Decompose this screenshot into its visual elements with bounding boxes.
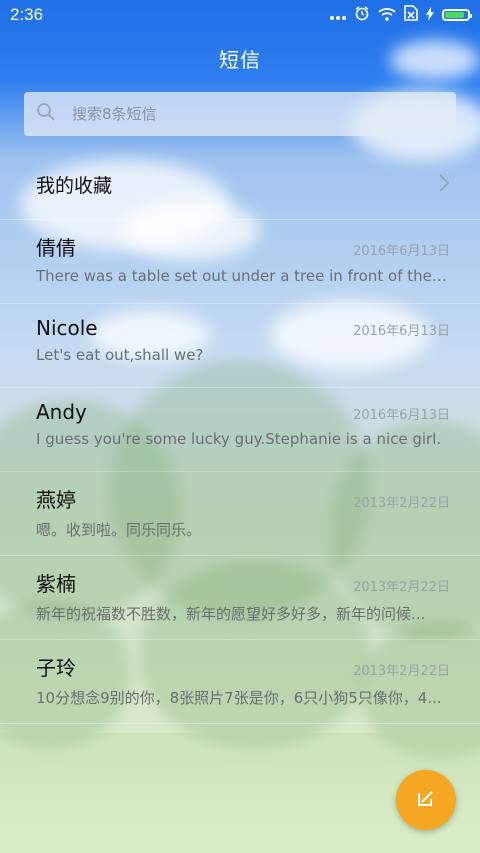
conversation-item[interactable]: 燕婷 2013年2月22日 嗯。收到啦。同乐同乐。 xyxy=(0,472,480,556)
message-date: 2016年6月13日 xyxy=(353,244,450,259)
search-bar[interactable] xyxy=(24,92,456,136)
page-title: 短信 xyxy=(219,47,261,72)
search-icon xyxy=(36,102,56,126)
charging-icon xyxy=(426,6,434,25)
page-title-bar: 短信 xyxy=(0,30,480,86)
message-date: 2013年2月22日 xyxy=(353,664,450,679)
contact-name: Nicole xyxy=(36,316,98,340)
contact-name: 倩倩 xyxy=(36,236,76,260)
more-dots-icon xyxy=(330,6,346,25)
message-date: 2016年6月13日 xyxy=(353,408,450,423)
status-icons xyxy=(330,5,472,25)
contact-name: 紫楠 xyxy=(36,572,76,596)
search-input[interactable] xyxy=(70,104,434,124)
conversation-item[interactable]: 子玲 2013年2月22日 10分想念9别的你，8张照片7张是你，6只小狗5只像… xyxy=(0,640,480,724)
alarm-icon xyxy=(354,5,370,25)
message-preview: 嗯。收到啦。同乐同乐。 xyxy=(36,521,202,539)
message-preview: Let's eat out,shall we? xyxy=(36,346,204,364)
favorites-row[interactable]: 我的收藏 xyxy=(0,150,480,220)
contact-name: 子玲 xyxy=(36,656,76,680)
favorites-label: 我的收藏 xyxy=(36,175,113,197)
status-time: 2:36 xyxy=(10,5,44,24)
message-date: 2013年2月22日 xyxy=(353,580,450,595)
wifi-icon xyxy=(378,6,396,25)
message-preview: I guess you're some lucky guy.Stephanie … xyxy=(36,430,442,448)
conversation-item[interactable]: 紫楠 2013年2月22日 新年的祝福数不胜数，新年的愿望好多好多，新年的问候.… xyxy=(0,556,480,640)
battery-icon xyxy=(442,9,472,21)
message-preview: There was a table set out under a tree i… xyxy=(36,267,450,285)
contact-name: Andy xyxy=(36,400,87,424)
message-date: 2016年6月13日 xyxy=(353,324,450,339)
status-bar: 2:36 xyxy=(0,0,480,30)
message-preview: 新年的祝福数不胜数，新年的愿望好多好多，新年的问候... xyxy=(36,605,426,623)
contact-name: 燕婷 xyxy=(36,488,76,512)
conversation-item[interactable]: Nicole 2016年6月13日 Let's eat out,shall we… xyxy=(0,304,480,388)
compose-button[interactable] xyxy=(396,770,456,830)
chevron-right-icon xyxy=(438,173,450,196)
conversation-item[interactable]: 倩倩 2016年6月13日 There was a table set out … xyxy=(0,220,480,304)
message-date: 2013年2月22日 xyxy=(353,496,450,511)
message-preview: 10分想念9别的你，8张照片7张是你，6只小狗5只像你，4... xyxy=(36,689,442,707)
conversation-item[interactable]: Andy 2016年6月13日 I guess you're some luck… xyxy=(0,388,480,472)
message-list: 我的收藏 倩倩 2016年6月13日 There was a table set… xyxy=(0,150,480,724)
no-sim-icon xyxy=(404,5,418,25)
compose-icon xyxy=(415,787,437,813)
